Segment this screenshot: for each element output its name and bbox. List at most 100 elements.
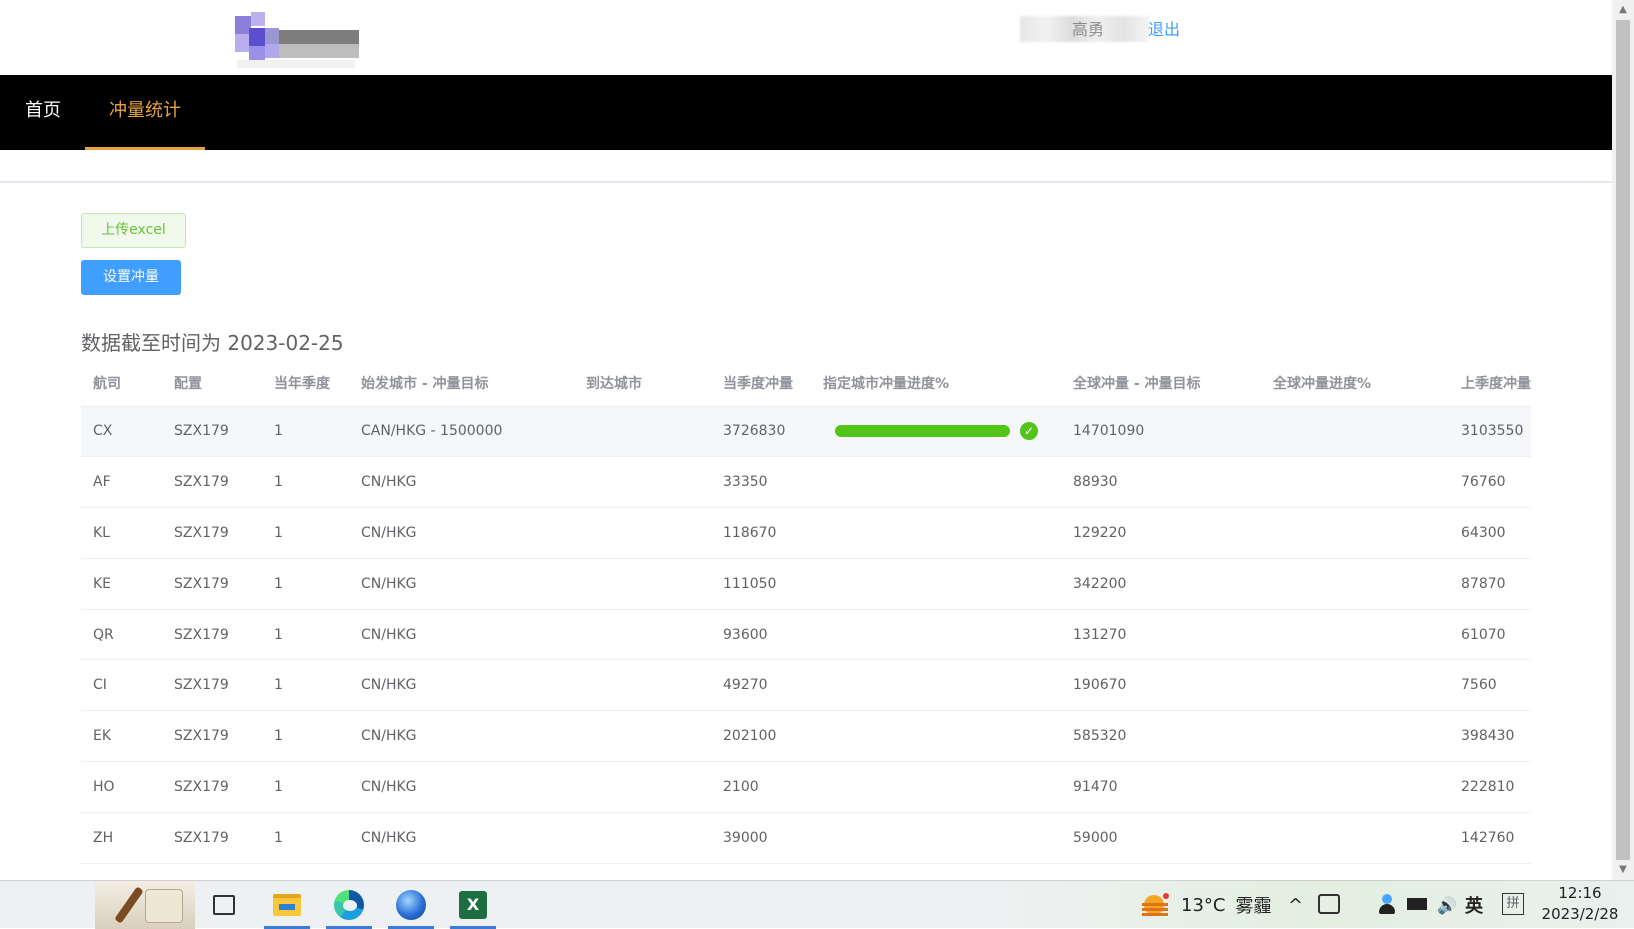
config-cell: SZX179 [162, 761, 262, 813]
weather-icon[interactable] [1142, 893, 1169, 917]
scroll-thumb[interactable] [1616, 20, 1630, 860]
excel-icon: X [459, 891, 487, 919]
divider [0, 181, 1612, 183]
col-header-progress[interactable]: 指定城市冲量进度% [811, 360, 1061, 407]
table-row[interactable]: AF SZX179 1 CN/HKG 33350 88930 76760 [81, 456, 1531, 509]
table-row[interactable]: KL SZX179 1 CN/HKG 118670 129220 64300 [81, 507, 1531, 559]
weather-text[interactable]: 13°C 雾霾 [1181, 881, 1271, 929]
task-view-button[interactable] [195, 881, 253, 929]
col-header-qty[interactable]: 当季度冲量 [711, 360, 811, 407]
clock-time: 12:16 [1558, 884, 1602, 902]
dest-cell [574, 609, 711, 661]
table-row[interactable]: KE SZX179 1 CN/HKG 111050 342200 87870 [81, 558, 1531, 610]
nav-bar: 首页 冲量统计 [0, 75, 1612, 150]
quarter-cell: 1 [262, 406, 349, 458]
airline-cell: KE [81, 558, 162, 610]
scroll-up-arrow-icon[interactable]: ▲ [1612, 0, 1634, 20]
col-header-dest[interactable]: 到达城市 [574, 360, 711, 407]
excel-button[interactable]: X [444, 881, 502, 929]
user-area: 高勇 退出 [1020, 14, 1190, 44]
global-progress-cell [1261, 659, 1449, 712]
col-header-global[interactable]: 全球冲量 - 冲量目标 [1061, 360, 1261, 407]
nav-item-home[interactable]: 首页 [0, 75, 86, 150]
col-header-global-progress[interactable]: 全球冲量进度% [1261, 360, 1449, 407]
col-header-quarter[interactable]: 当年季度 [262, 360, 349, 407]
edge-button[interactable] [320, 881, 378, 929]
last-qty-cell: 398430 [1449, 710, 1531, 763]
airline-cell: AF [81, 456, 162, 509]
col-header-origin[interactable]: 始发城市 - 冲量目标 [349, 360, 574, 407]
last-qty-cell: 61070 [1449, 609, 1531, 661]
origin-cell: CN/HKG [349, 710, 574, 763]
qty-cell: 111050 [711, 558, 811, 610]
table-row[interactable]: CX SZX179 1 CAN/HKG - 1500000 3726830 ✓ 147010… [81, 406, 1531, 458]
input-language[interactable]: 英 [1465, 881, 1483, 929]
table-row[interactable]: HO SZX179 1 CN/HKG 2100 91470 222810 [81, 761, 1531, 813]
global-progress-cell [1261, 609, 1449, 661]
quarter-cell: 1 [262, 558, 349, 610]
quarter-cell: 1 [262, 812, 349, 864]
dest-cell [574, 812, 711, 864]
airline-cell: ZH [81, 812, 162, 864]
volume-icon[interactable]: 🔊 [1437, 881, 1457, 929]
start-button[interactable] [95, 881, 195, 929]
table-row[interactable]: EK SZX179 1 CN/HKG 202100 585320 398430 [81, 710, 1531, 763]
clock-date: 2023/2/28 [1541, 905, 1619, 923]
file-explorer-button[interactable] [258, 881, 316, 929]
col-header-config[interactable]: 配置 [162, 360, 262, 407]
logout-link[interactable]: 退出 [1148, 16, 1180, 40]
global-cell: 59000 [1061, 812, 1261, 864]
origin-cell: CN/HKG [349, 558, 574, 610]
origin-cell: CN/HKG [349, 609, 574, 661]
table-row[interactable]: QR SZX179 1 CN/HKG 93600 131270 61070 [81, 609, 1531, 661]
scroll-down-arrow-icon[interactable]: ▼ [1612, 860, 1634, 880]
nav-item-stats[interactable]: 冲量统计 [85, 75, 205, 150]
page-scrollbar[interactable]: ▲ ▼ [1612, 0, 1634, 880]
global-progress-cell [1261, 558, 1449, 610]
progress-indicator: ✓ [823, 422, 1061, 441]
browser-button[interactable] [382, 881, 440, 929]
taskbar: X 13°C 雾霾 ^ 🔊 英 拼 12:16 2023/2/28 [0, 880, 1634, 929]
col-header-last-qty[interactable]: 上季度冲量 [1449, 360, 1531, 407]
quarter-cell: 1 [262, 710, 349, 763]
table-body: CX SZX179 1 CAN/HKG - 1500000 3726830 ✓ 147010… [81, 406, 1531, 864]
global-cell: 342200 [1061, 558, 1261, 610]
qty-cell: 118670 [711, 507, 811, 559]
upload-excel-button[interactable]: 上传excel [81, 213, 186, 248]
origin-cell: CN/HKG [349, 456, 574, 509]
qty-cell: 202100 [711, 710, 811, 763]
config-cell: SZX179 [162, 659, 262, 712]
battery-icon[interactable] [1407, 898, 1427, 910]
origin-cell: CN/HKG [349, 812, 574, 864]
top-header: 高勇 退出 [0, 0, 1612, 75]
global-progress-cell [1261, 406, 1449, 458]
progress-cell [811, 609, 1061, 661]
last-qty-cell: 3103550 [1449, 406, 1531, 458]
last-qty-cell: 222810 [1449, 761, 1531, 813]
show-hidden-icons-caret-icon[interactable]: ^ [1288, 881, 1303, 929]
progress-cell [811, 710, 1061, 763]
clock[interactable]: 12:16 2023/2/28 [1540, 883, 1620, 927]
last-qty-cell: 7560 [1449, 659, 1531, 712]
qty-cell: 33350 [711, 456, 811, 509]
system-tray-icon[interactable] [1318, 894, 1340, 914]
global-cell: 190670 [1061, 659, 1261, 712]
progress-cell [811, 456, 1061, 509]
qty-cell: 39000 [711, 812, 811, 864]
last-qty-cell: 87870 [1449, 558, 1531, 610]
qty-cell: 2100 [711, 761, 811, 813]
set-quota-button[interactable]: 设置冲量 [81, 260, 181, 295]
config-cell: SZX179 [162, 507, 262, 559]
task-view-icon [213, 895, 235, 915]
quarter-cell: 1 [262, 761, 349, 813]
table-row[interactable]: ZH SZX179 1 CN/HKG 39000 59000 142760 [81, 812, 1531, 864]
quarter-cell: 1 [262, 507, 349, 559]
table-row[interactable]: CI SZX179 1 CN/HKG 49270 190670 7560 [81, 659, 1531, 712]
ime-mode[interactable]: 拼 [1502, 893, 1524, 915]
scroll-icon [145, 889, 183, 923]
airline-cell: QR [81, 609, 162, 661]
airline-cell: CI [81, 659, 162, 712]
col-header-airline[interactable]: 航司 [81, 360, 162, 407]
people-icon[interactable] [1378, 894, 1396, 916]
data-date-label: 数据截至时间为 2023-02-25 [81, 331, 344, 355]
